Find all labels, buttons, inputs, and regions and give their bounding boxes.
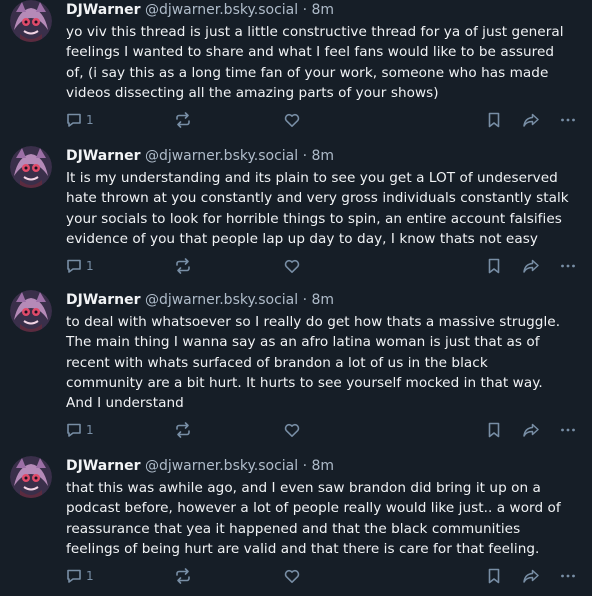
post-text-line: reassurance that yea it happened and tha… (66, 520, 521, 537)
author-name[interactable]: DJWarner (66, 148, 141, 164)
post-header: DJWarner @djwarner.bsky.social · 8m (66, 148, 334, 165)
post-time[interactable]: · 8m (303, 458, 334, 474)
post-text-line: of, (i say this as a long time fan of yo… (66, 64, 549, 81)
repost-button[interactable] (174, 255, 192, 277)
post-text-line: recent with whats surfaced of brandon a … (66, 354, 488, 371)
bookmark-icon (488, 422, 500, 438)
more-icon (561, 118, 575, 122)
like-button[interactable] (283, 109, 301, 131)
post-time[interactable]: · 8m (303, 292, 334, 308)
reply-icon (67, 569, 81, 583)
post-header: DJWarner @djwarner.bsky.social · 8m (66, 458, 334, 475)
author-handle[interactable]: @djwarner.bsky.social (145, 2, 298, 18)
share-icon (523, 113, 539, 127)
repost-icon (176, 568, 190, 584)
heart-icon (284, 569, 300, 583)
post-header: DJWarner @djwarner.bsky.social · 8m (66, 292, 334, 309)
post-text: It is my understanding and its plain to … (66, 168, 588, 249)
more-button[interactable] (559, 565, 577, 587)
reply-count: 1 (86, 259, 94, 273)
share-button[interactable] (522, 255, 540, 277)
post-text-line: hate thrown at you constantly and very g… (66, 190, 569, 207)
share-icon (523, 569, 539, 583)
more-button[interactable] (559, 255, 577, 277)
post-text-line: feelings I wanted to share and what I fe… (66, 44, 555, 61)
repost-icon (176, 112, 190, 128)
bookmark-button[interactable] (485, 565, 503, 587)
more-button[interactable] (559, 419, 577, 441)
repost-button[interactable] (174, 109, 192, 131)
heart-icon (284, 423, 300, 437)
post-text: yo viv this thread is just a little cons… (66, 22, 588, 103)
post-text: to deal with whatsoever so I really do g… (66, 312, 588, 413)
avatar[interactable] (10, 146, 52, 188)
reply-count: 1 (86, 423, 94, 437)
more-icon (561, 428, 575, 432)
repost-button[interactable] (174, 419, 192, 441)
post-time[interactable]: · 8m (303, 2, 334, 18)
reply-button[interactable]: 1 (65, 109, 94, 131)
author-handle[interactable]: @djwarner.bsky.social (145, 458, 298, 474)
post-text-line: your socials to look for horrible things… (66, 210, 562, 227)
post-text-line: feelings of being hurt are valid and tha… (66, 540, 540, 557)
post-text-line: podcast before, however a lot of people … (66, 500, 561, 517)
author-name[interactable]: DJWarner (66, 2, 141, 18)
post-text-line: evidence of you that people lap up day t… (66, 230, 538, 247)
like-button[interactable] (283, 255, 301, 277)
post-text-line: The main thing I wanna say as an afro la… (66, 334, 540, 351)
post-text-line: that this was awhile ago, and I even saw… (66, 480, 541, 496)
post-actions: 1 (62, 255, 582, 277)
reply-button[interactable]: 1 (65, 565, 94, 587)
post-text: that this was awhile ago, and I even saw… (66, 478, 588, 559)
reply-button[interactable]: 1 (65, 255, 94, 277)
author-handle[interactable]: @djwarner.bsky.social (145, 148, 298, 164)
avatar[interactable] (10, 290, 52, 332)
heart-icon (284, 259, 300, 273)
reply-button[interactable]: 1 (65, 419, 94, 441)
post-text-line: videos dissecting all the amazing parts … (66, 84, 439, 101)
bookmark-button[interactable] (485, 419, 503, 441)
avatar[interactable] (10, 0, 52, 42)
post-actions: 1 (62, 109, 582, 131)
bookmark-icon (488, 112, 500, 128)
more-icon (561, 264, 575, 268)
share-icon (523, 259, 539, 273)
post-text-line: to deal with whatsoever so I really do g… (66, 314, 561, 330)
bookmark-button[interactable] (485, 109, 503, 131)
post-text-line: community are a bit hurt. It hurts to se… (66, 374, 543, 391)
reply-icon (67, 423, 81, 437)
post-text-line: yo viv this thread is just a little cons… (66, 24, 564, 40)
post-time[interactable]: · 8m (303, 148, 334, 164)
post-text-line: It is my understanding and its plain to … (66, 170, 558, 186)
author-handle[interactable]: @djwarner.bsky.social (145, 292, 298, 308)
heart-icon (284, 113, 300, 127)
reply-icon (67, 259, 81, 273)
avatar[interactable] (10, 456, 52, 498)
reply-icon (67, 113, 81, 127)
share-button[interactable] (522, 565, 540, 587)
repost-icon (176, 258, 190, 274)
bookmark-icon (488, 258, 500, 274)
more-button[interactable] (559, 109, 577, 131)
post-actions: 1 (62, 565, 582, 587)
like-button[interactable] (283, 565, 301, 587)
share-button[interactable] (522, 419, 540, 441)
author-name[interactable]: DJWarner (66, 292, 141, 308)
more-icon (561, 574, 575, 578)
like-button[interactable] (283, 419, 301, 441)
share-button[interactable] (522, 109, 540, 131)
bookmark-button[interactable] (485, 255, 503, 277)
author-name[interactable]: DJWarner (66, 458, 141, 474)
reply-count: 1 (86, 113, 94, 127)
repost-button[interactable] (174, 565, 192, 587)
post-actions: 1 (62, 419, 582, 441)
bookmark-icon (488, 568, 500, 584)
share-icon (523, 423, 539, 437)
repost-icon (176, 422, 190, 438)
post-text-line: And I understand (66, 395, 184, 412)
reply-count: 1 (86, 569, 94, 583)
post-header: DJWarner @djwarner.bsky.social · 8m (66, 2, 334, 19)
